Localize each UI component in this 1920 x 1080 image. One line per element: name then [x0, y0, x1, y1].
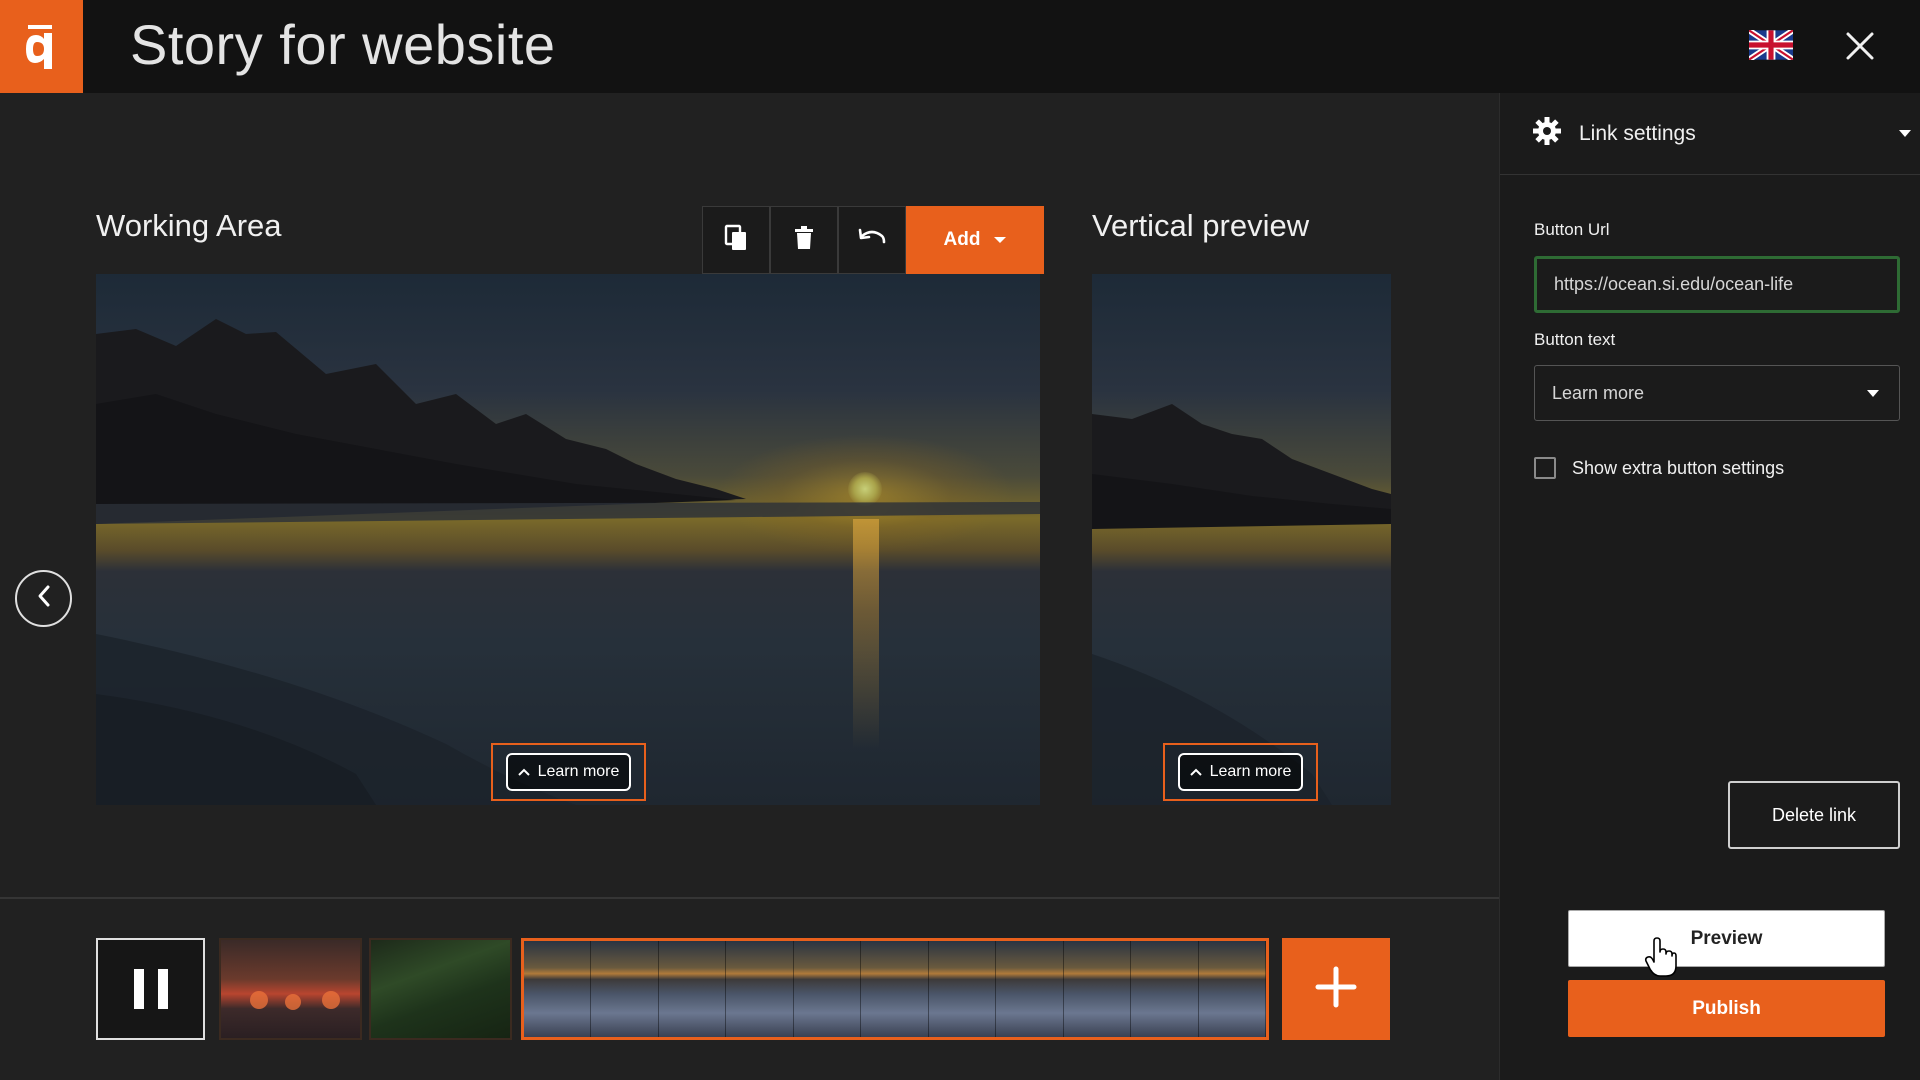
working-area-canvas[interactable]: Learn more	[96, 274, 1040, 805]
chevron-down-icon	[1867, 390, 1879, 397]
gear-icon	[1533, 117, 1561, 150]
copy-icon	[724, 224, 748, 257]
pause-button[interactable]	[96, 938, 205, 1040]
vertical-preview-title: Vertical preview	[1092, 208, 1310, 243]
delete-link-button[interactable]: Delete link	[1728, 781, 1900, 849]
close-icon[interactable]	[1840, 26, 1880, 66]
link-settings-title: Link settings	[1579, 121, 1696, 145]
add-scene-button[interactable]	[1282, 938, 1390, 1040]
publish-button[interactable]: Publish	[1568, 980, 1885, 1037]
preview-button[interactable]: Preview	[1568, 910, 1885, 967]
button-url-input[interactable]	[1534, 256, 1900, 313]
cta-button-frame[interactable]: Learn more	[491, 743, 646, 801]
chevron-left-icon	[36, 584, 52, 613]
chevron-down-icon	[994, 237, 1007, 243]
learn-more-button[interactable]: Learn more	[505, 753, 632, 791]
extra-settings-toggle[interactable]: Show extra button settings	[1534, 457, 1784, 479]
trash-icon	[794, 225, 814, 255]
scene-toolbar: Add	[702, 206, 1044, 274]
sunset-clip[interactable]	[219, 938, 362, 1040]
duplicate-button[interactable]	[702, 206, 770, 274]
settings-panel: Link settings Button Url Button text Lea…	[1499, 93, 1920, 1080]
preview-cta-button-frame[interactable]: Learn more	[1163, 743, 1318, 801]
editor-main: Working Area Vertical preview Add Learn …	[0, 93, 1499, 897]
q-logo-icon[interactable]	[0, 0, 83, 93]
link-settings-header[interactable]: Link settings	[1500, 93, 1920, 175]
button-url-label: Button Url	[1534, 220, 1610, 239]
add-label: Add	[943, 229, 981, 250]
preview-learn-more-button[interactable]: Learn more	[1177, 753, 1304, 791]
extra-settings-checkbox[interactable]	[1534, 457, 1556, 479]
hand-cursor-icon	[1644, 937, 1677, 977]
working-area-title: Working Area	[96, 208, 282, 243]
pause-icon	[133, 969, 144, 1009]
button-text-select[interactable]: Learn more	[1534, 365, 1900, 421]
undo-button[interactable]	[838, 206, 906, 274]
button-text-value: Learn more	[1552, 382, 1645, 403]
button-text-label: Button text	[1534, 330, 1616, 349]
preview-learn-more-label: Learn more	[1209, 763, 1292, 780]
plus-icon	[1314, 965, 1358, 1014]
chevron-up-icon	[1189, 768, 1202, 776]
page-title: Story for website	[130, 13, 556, 76]
forest-clip[interactable]	[369, 938, 512, 1040]
mountain-silhouette	[96, 319, 1040, 805]
undo-icon	[858, 228, 886, 253]
extra-settings-label: Show extra button settings	[1572, 457, 1785, 478]
chevron-up-icon	[517, 768, 530, 776]
app-header: Story for website	[0, 0, 1920, 93]
learn-more-label: Learn more	[537, 763, 620, 780]
previous-scene-button[interactable]	[15, 570, 72, 627]
uk-flag-icon[interactable]	[1747, 27, 1795, 63]
delete-scene-button[interactable]	[770, 206, 838, 274]
ocean-clip[interactable]	[521, 938, 1269, 1040]
chevron-down-icon[interactable]	[1899, 130, 1911, 137]
vertical-preview-canvas[interactable]: Learn more	[1092, 274, 1391, 805]
add-button[interactable]: Add	[906, 206, 1044, 274]
